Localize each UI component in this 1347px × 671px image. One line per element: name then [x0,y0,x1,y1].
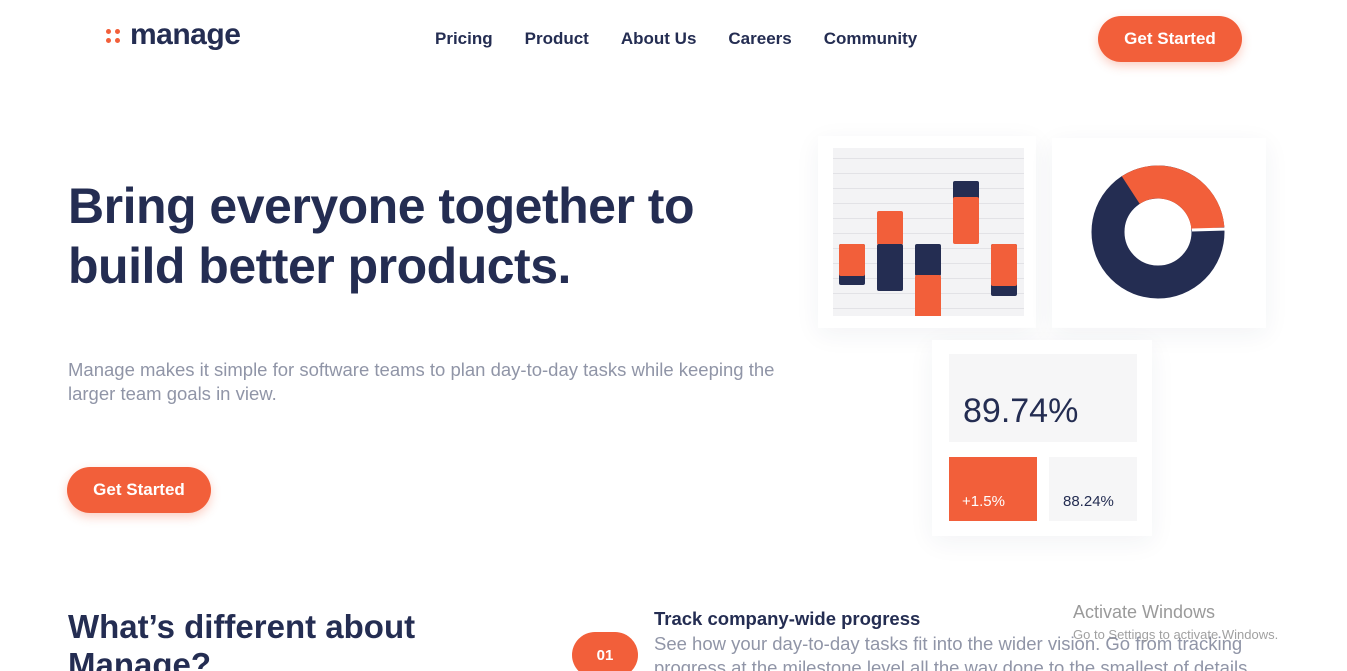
feature-number-badge: 01 [572,632,638,671]
chart-bar [991,244,1017,286]
nav-link-community[interactable]: Community [824,29,918,49]
chart-bar [915,275,941,316]
hero-get-started-button[interactable]: Get Started [67,467,211,513]
header-get-started-button[interactable]: Get Started [1098,16,1242,62]
donut-divider [1191,227,1228,232]
bar-chart-illustration [833,148,1024,316]
hero-title: Bring everyone together to build better … [68,178,695,294]
donut-chart-card [1052,138,1266,328]
stat-change-tile: +1.5% [949,457,1037,521]
feature-title: Track company-wide progress [654,608,921,629]
logo-dots-icon [106,29,120,43]
stat-secondary-tile: 88.24% [1049,457,1137,521]
donut-chart-illustration [1091,165,1228,299]
nav-link-careers[interactable]: Careers [728,29,791,49]
main-nav: Pricing Product About Us Careers Communi… [435,29,949,49]
hero-subtitle: Manage makes it simple for software team… [68,359,775,404]
chart-bar [839,244,865,276]
stat-main-tile: 89.74% [949,354,1137,442]
bar-chart-card [818,136,1036,328]
logo[interactable]: manage [106,18,241,51]
section-heading: What’s different about Manage? [68,608,416,671]
chart-bar [953,197,979,244]
chart-bar [877,244,903,291]
stat-main-value: 89.74% [963,392,1079,430]
stat-change-value: +1.5% [962,493,1005,510]
nav-link-pricing[interactable]: Pricing [435,29,493,49]
nav-link-product[interactable]: Product [525,29,589,49]
activate-windows-title: Activate Windows [1073,602,1216,622]
logo-text: manage [130,18,241,51]
activate-windows-subtitle: Go to Settings to activate Windows. [1073,627,1279,642]
stat-secondary-value: 88.24% [1063,493,1114,510]
nav-link-about-us[interactable]: About Us [621,29,697,49]
chart-bar [915,244,941,276]
chart-bar [877,211,903,245]
